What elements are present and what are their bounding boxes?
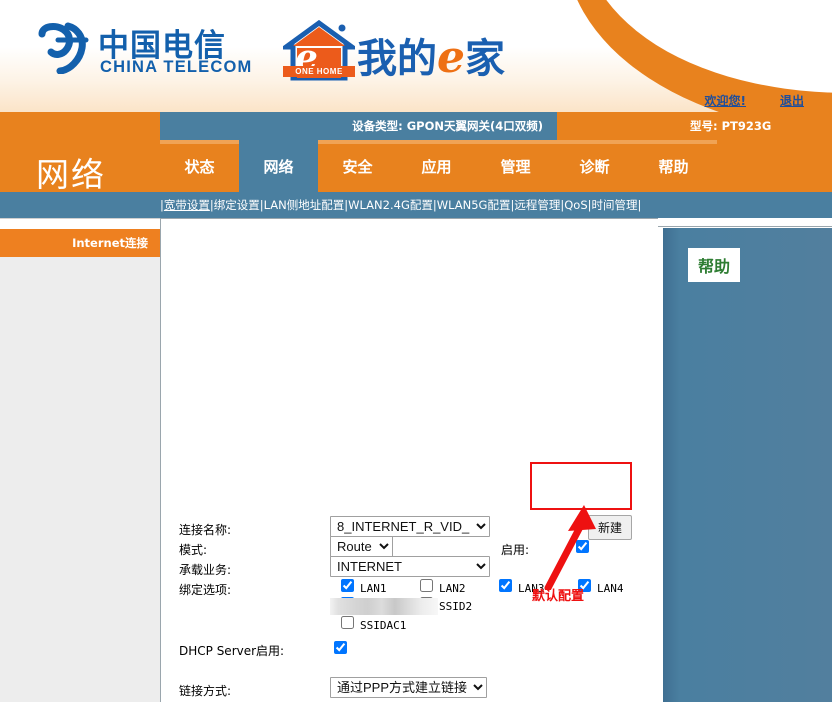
bind-lan2-checkbox[interactable] — [420, 579, 433, 592]
tab-label: 管理 — [500, 157, 531, 176]
sidebar-item-internet-connection[interactable]: Internet连接 — [0, 229, 160, 257]
submenu-bar: |宽带设置|绑定设置|LAN侧地址配置|WLAN2.4G配置|WLAN5G配置|… — [0, 192, 832, 218]
enable-label: 启用: — [501, 543, 530, 557]
bind-option-lan1[interactable]: LAN1 — [341, 579, 387, 595]
main-form-panel: 连接名称: 8_INTERNET_R_VID_ 新建 模式: Route 启用:… — [160, 218, 658, 702]
main-tabs: 状态 网络 安全 应用 管理 诊断 帮助 — [160, 140, 713, 192]
device-type-value: GPON天翼网关(4口双频) — [406, 119, 543, 133]
submenu-item-6[interactable]: QoS — [564, 198, 587, 212]
service-label: 承载业务: — [179, 563, 232, 577]
left-sidebar: Internet连接 — [0, 218, 160, 702]
tab-3[interactable]: 应用 — [397, 140, 476, 192]
tab-label: 诊断 — [579, 157, 610, 176]
device-info-strip: 设备类型: GPON天翼网关(4口双频) 型号: PT923G — [0, 112, 832, 140]
submenu-item-0[interactable]: 宽带设置 — [164, 198, 210, 212]
bind-option-lan2[interactable]: LAN2 — [420, 579, 466, 595]
bind-ssid2-label: SSID2 — [439, 600, 473, 613]
bind-lan1-checkbox[interactable] — [341, 579, 354, 592]
welcome-text: 欢迎您! — [704, 94, 746, 108]
service-select[interactable]: INTERNET — [330, 556, 490, 577]
help-title: 帮助 — [698, 257, 731, 276]
left-sidebar-spacer — [0, 219, 160, 229]
mode-label: 模式: — [179, 543, 208, 557]
annotation-arrow-icon — [544, 505, 596, 590]
wordmark-e: e — [437, 32, 465, 83]
annotation-label: 默认配置 — [532, 589, 585, 604]
one-home-wordmark: 我的e家 — [357, 26, 505, 84]
device-model-value: PT923G — [721, 119, 772, 133]
device-model: 型号: PT923G — [690, 118, 771, 134]
internet-connection-form: 连接名称: 8_INTERNET_R_VID_ 新建 模式: Route 启用:… — [161, 219, 659, 702]
submenu-item-5[interactable]: 远程管理 — [514, 198, 560, 212]
dhcp-server-checkbox[interactable] — [334, 641, 347, 654]
tab-label: 网络 — [263, 157, 294, 176]
link-mode-label: 链接方式: — [179, 684, 232, 698]
telecom-english-name: CHINA TELECOM — [100, 58, 253, 76]
tab-label: 帮助 — [658, 157, 689, 176]
china-telecom-mark-icon — [38, 22, 89, 74]
right-rail-spacer — [658, 218, 832, 227]
tab-4[interactable]: 管理 — [476, 140, 555, 192]
tab-label: 状态 — [184, 157, 215, 176]
submenu-item-2[interactable]: LAN侧地址配置 — [264, 198, 345, 212]
dhcp-server-label: DHCP Server启用: — [179, 644, 285, 658]
tab-label: 安全 — [342, 157, 373, 176]
help-title-box[interactable]: 帮助 — [688, 248, 741, 282]
page-title: 网络 — [36, 155, 106, 194]
device-type: 设备类型: GPON天翼网关(4口双频) — [352, 118, 543, 134]
conn-name-select[interactable]: 8_INTERNET_R_VID_ — [330, 516, 490, 537]
submenu-item-4[interactable]: WLAN5G配置 — [437, 198, 511, 212]
bind-ssidac1-label: SSIDAC1 — [360, 619, 407, 632]
bind-lan2-label: LAN2 — [439, 582, 466, 595]
router-admin-page: 中国电信 CHINA TELECOM e ONE HOME 我的e家 欢迎您! 退… — [0, 0, 832, 702]
submenu-item-1[interactable]: 绑定设置 — [214, 198, 260, 212]
device-type-box: 设备类型: GPON天翼网关(4口双频) — [160, 112, 557, 140]
content-area: Internet连接 连接名称: 8_INTERNET_R_VID_ 新建 模式… — [0, 218, 832, 702]
tab-label: 应用 — [421, 157, 452, 176]
wordmark-part2: 家 — [465, 36, 505, 82]
china-telecom-logo: 中国电信 CHINA TELECOM — [38, 20, 268, 90]
device-type-label: 设备类型: — [352, 119, 403, 133]
sidebar-item-label: Internet连接 — [72, 236, 148, 250]
link-mode-select[interactable]: 通过PPP方式建立链接 — [330, 677, 487, 698]
main-navbar: 网络 状态 网络 安全 应用 管理 诊断 帮助 — [0, 140, 832, 194]
welcome-bar: 欢迎您! 退出 — [705, 92, 805, 109]
bind-lan3-checkbox[interactable] — [499, 579, 512, 592]
submenu-item-3[interactable]: WLAN2.4G配置 — [348, 198, 433, 212]
mode-select[interactable]: Route — [330, 536, 393, 557]
device-model-label: 型号: — [690, 119, 718, 133]
submenu-items: |宽带设置|绑定设置|LAN侧地址配置|WLAN2.4G配置|WLAN5G配置|… — [160, 197, 641, 213]
tab-2[interactable]: 安全 — [318, 140, 397, 192]
wordmark-part1: 我的 — [357, 36, 437, 82]
tab-5[interactable]: 诊断 — [555, 140, 634, 192]
username-redaction-overlay — [330, 598, 438, 615]
conn-name-label: 连接名称: — [179, 523, 232, 537]
annotation-highlight-box — [530, 462, 632, 510]
one-home-subtitle: ONE HOME — [283, 66, 355, 77]
bind-options-label: 绑定选项: — [179, 583, 232, 597]
help-panel: 帮助 — [663, 228, 832, 702]
tab-6[interactable]: 帮助 — [634, 140, 713, 192]
bind-option-ssidac1[interactable]: SSIDAC1 — [341, 616, 406, 632]
tab-1[interactable]: 网络 — [239, 140, 318, 192]
one-home-logo: e ONE HOME 我的e家 — [283, 14, 518, 92]
submenu-separator: | — [637, 198, 642, 212]
bind-lan1-label: LAN1 — [360, 582, 387, 595]
bind-ssidac1-checkbox[interactable] — [341, 616, 354, 629]
submenu-item-7[interactable]: 时间管理 — [592, 198, 638, 212]
logout-link[interactable]: 退出 — [780, 94, 804, 108]
right-help-rail: 帮助 — [658, 218, 832, 702]
tab-0[interactable]: 状态 — [160, 140, 239, 192]
